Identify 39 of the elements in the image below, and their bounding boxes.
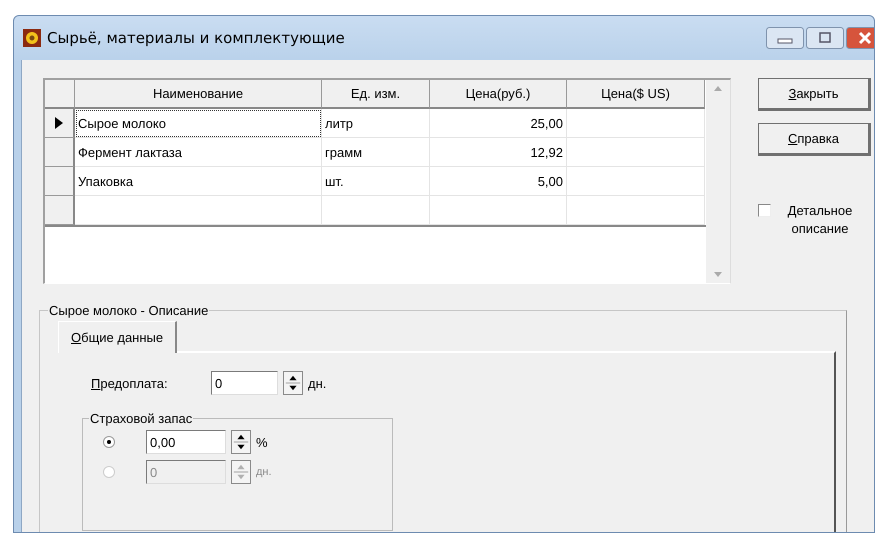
- dialog-button[interactable]: Закрыть: [758, 78, 871, 111]
- scroll-down-icon[interactable]: [714, 272, 722, 277]
- column-header[interactable]: Цена(руб.): [430, 80, 567, 109]
- window-title: Сырьё, материалы и комплектующие: [47, 29, 346, 47]
- sun-icon: [23, 29, 41, 47]
- minimize-icon[interactable]: [766, 27, 804, 49]
- row-indicator[interactable]: [45, 109, 75, 138]
- unit-label: дн.: [256, 466, 272, 478]
- table-cell: Упаковка: [75, 167, 322, 196]
- maximize-icon[interactable]: [806, 27, 844, 49]
- table-cell: 25,00: [430, 109, 567, 138]
- checkbox[interactable]: [758, 204, 771, 217]
- close-icon[interactable]: [846, 27, 874, 49]
- table-cell: шт.: [322, 167, 430, 196]
- table-cell: грамм: [322, 138, 430, 167]
- table-cell: 5,00: [430, 167, 567, 196]
- unit-label: дн.: [308, 376, 326, 390]
- table-cell: Фермент лактаза: [75, 138, 322, 167]
- column-header[interactable]: Цена($ US): [567, 80, 705, 109]
- number-field[interactable]: 0: [211, 371, 278, 395]
- radio-button[interactable]: [103, 436, 115, 448]
- group-title: Страховой запас: [89, 411, 194, 426]
- column-header[interactable]: Наименование: [75, 80, 322, 109]
- dialog-button[interactable]: Справка: [758, 123, 871, 156]
- table-cell: 12,92: [430, 138, 567, 167]
- scroll-up-icon[interactable]: [714, 86, 722, 91]
- table-cell: Сырое молоко: [75, 109, 322, 138]
- field-label: Предоплата:: [91, 376, 169, 390]
- table-cell: литр: [322, 109, 430, 138]
- spinner-icon[interactable]: [231, 430, 251, 454]
- checkbox-label: Детальное описание: [786, 202, 854, 238]
- number-field[interactable]: 0,00: [146, 430, 226, 454]
- unit-label: %: [256, 434, 268, 450]
- scrollbar[interactable]: [706, 80, 730, 283]
- group-title: Сырое молоко - Описание: [48, 303, 210, 318]
- column-header[interactable]: Ед. изм.: [322, 80, 430, 109]
- spinner-icon[interactable]: [283, 371, 303, 395]
- tab[interactable]: Общие данные: [58, 321, 178, 353]
- row-pointer-icon: [55, 117, 63, 129]
